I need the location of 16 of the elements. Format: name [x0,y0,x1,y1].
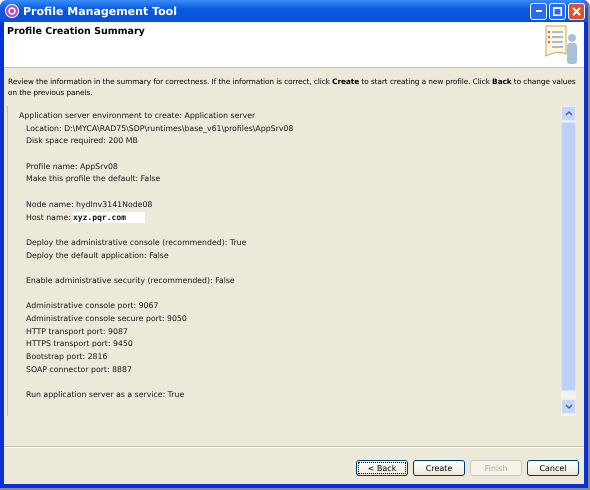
wizard-button[interactable]: Cancel [527,460,579,476]
scroll-up-button[interactable] [561,106,576,121]
app-icon [5,4,19,18]
wizard-button[interactable]: < Back [356,460,408,476]
window-title: Profile Management Tool [23,4,178,18]
scroll-down-button[interactable] [561,399,576,414]
wizard-button[interactable]: Create [413,460,465,476]
maximize-button[interactable] [549,2,566,20]
close-icon [572,6,581,16]
minimize-button[interactable] [530,2,547,20]
minimize-icon [536,10,542,12]
close-button[interactable] [568,2,585,20]
maximize-icon [553,6,562,16]
host-name-value: xyz.pqr.com [72,212,145,223]
summary-person-icon [544,24,580,66]
page-title: Profile Creation Summary [7,26,145,37]
